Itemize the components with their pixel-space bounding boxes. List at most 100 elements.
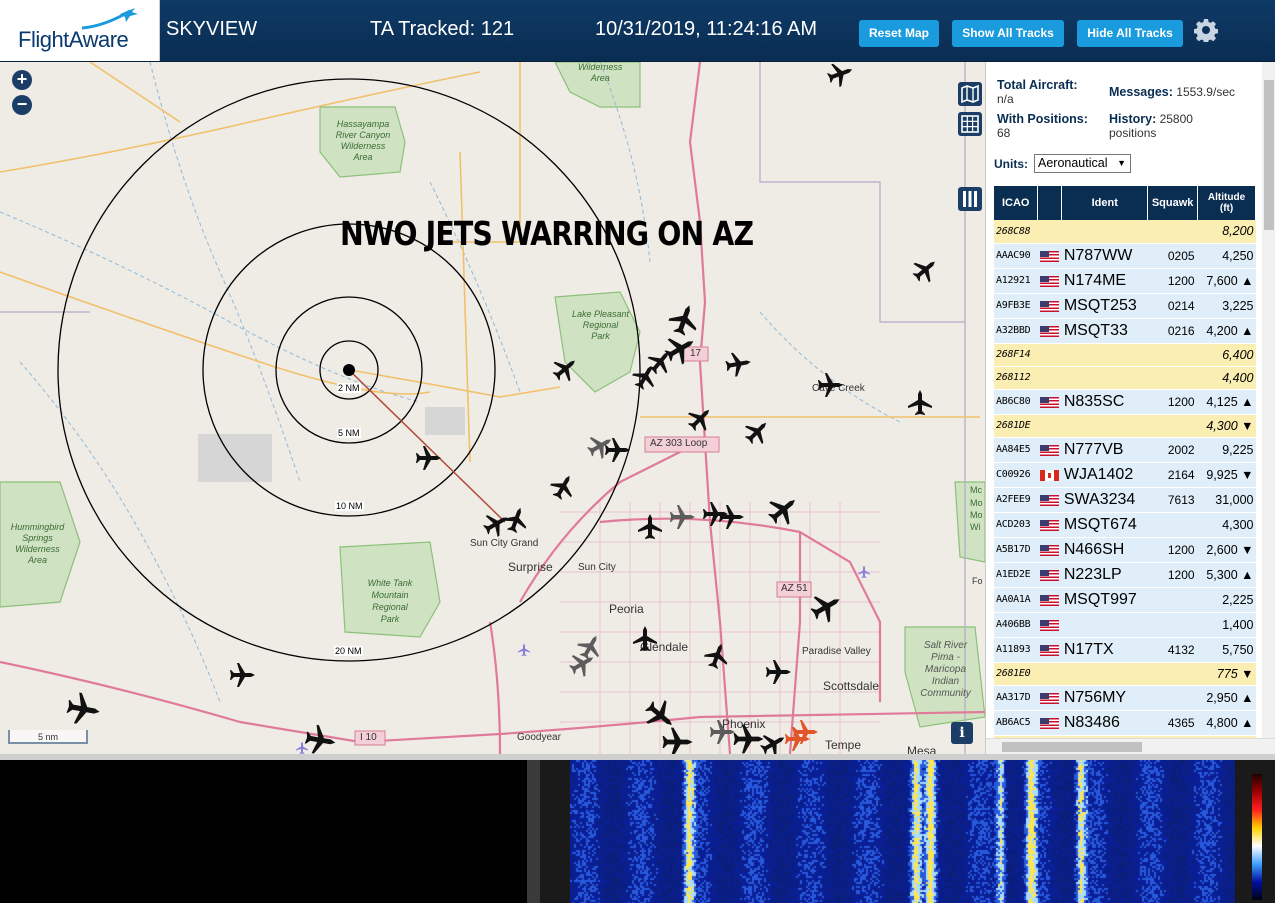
icao-cell: C00926 [994, 462, 1038, 488]
table-row[interactable]: A406BB 1,400 [994, 612, 1256, 638]
with-positions: With Positions: 68 [997, 112, 1088, 140]
altitude-cell: 2,225 [1197, 587, 1256, 613]
table-row[interactable]: AA317D N756MY 2,950 ▲ [994, 685, 1256, 711]
table-row[interactable]: 268C88 8,200 [994, 220, 1256, 244]
aircraft-icon[interactable] [64, 690, 103, 728]
squawk-cell: 4365 [1147, 710, 1198, 736]
table-row[interactable]: 268F14 6,400 [994, 343, 1256, 367]
aircraft-icon[interactable] [806, 586, 847, 627]
show-all-tracks-button[interactable]: Show All Tracks [952, 20, 1064, 47]
zoom-out-icon[interactable]: − [12, 95, 32, 115]
scrollbar-thumb[interactable] [1002, 742, 1142, 752]
hide-all-tracks-button[interactable]: Hide All Tracks [1077, 20, 1183, 47]
column-header-squawk[interactable]: Squawk [1147, 186, 1199, 220]
icao-cell: A32BBD [994, 318, 1038, 344]
aircraft-icon[interactable] [416, 446, 441, 470]
altitude-cell: 5,300 ▲ [1197, 562, 1256, 588]
squawk-cell [1147, 587, 1198, 613]
column-header-flag[interactable] [1037, 186, 1063, 220]
vertical-scrollbar[interactable] [1262, 62, 1275, 738]
aircraft-icon[interactable] [639, 694, 682, 737]
aircraft-icon[interactable] [766, 660, 791, 684]
aircraft-icon[interactable] [548, 351, 583, 386]
aircraft-icon[interactable] [724, 349, 753, 378]
aircraft-icon[interactable] [500, 503, 532, 536]
table-row[interactable]: 268112 4,400 [994, 366, 1256, 390]
flag-cell [1037, 437, 1062, 463]
aircraft-icon[interactable] [633, 626, 657, 651]
horizontal-scrollbar[interactable] [986, 738, 1275, 754]
spectrum-panel [540, 760, 1275, 903]
table-row[interactable]: A12921 N174ME 1200 7,600 ▲ [994, 268, 1256, 294]
aircraft-icon[interactable] [670, 505, 695, 529]
aircraft-icon[interactable] [818, 373, 843, 397]
scrollbar-thumb[interactable] [1264, 80, 1274, 230]
map-layers-icon[interactable] [958, 82, 982, 106]
zoom-in-icon[interactable]: + [12, 70, 32, 90]
aircraft-icon[interactable] [824, 62, 857, 90]
aircraft-icon[interactable] [583, 429, 618, 463]
squawk-cell [1147, 220, 1198, 244]
icao-cell: A1ED2E [994, 562, 1038, 588]
reset-map-button[interactable]: Reset Map [859, 20, 939, 47]
panel-splitter[interactable] [527, 760, 540, 903]
table-row[interactable]: C00926 WJA1402 2164 9,925 ▼ [994, 462, 1256, 488]
table-row[interactable]: A5B17D N466SH 1200 2,600 ▼ [994, 537, 1256, 563]
table-row[interactable]: A32BBD MSQT33 0216 4,200 ▲ [994, 318, 1256, 344]
table-row[interactable]: AAAC90 N787WW 0205 4,250 [994, 243, 1256, 269]
us-flag-icon [1039, 275, 1059, 287]
column-header-ident[interactable]: Ident [1061, 186, 1149, 220]
flightaware-logo[interactable]: FlightAware [0, 0, 160, 61]
table-row[interactable]: AA0A1A MSQT997 2,225 [994, 587, 1256, 613]
aircraft-icon[interactable] [546, 469, 580, 504]
aircraft-icon[interactable] [303, 723, 338, 754]
aircraft-icon[interactable] [703, 502, 728, 526]
altitude-cell: 9,925 ▼ [1197, 462, 1256, 488]
flag-cell [1037, 414, 1062, 438]
table-row[interactable]: AB6AC5 N83486 4365 4,800 ▲ [994, 710, 1256, 736]
us-flag-icon [1039, 325, 1059, 337]
aircraft-icon[interactable] [638, 514, 662, 539]
table-row[interactable]: AB6C80 N835SC 1200 4,125 ▲ [994, 389, 1256, 415]
aircraft-icon[interactable] [733, 724, 764, 754]
us-flag-icon [1039, 444, 1059, 456]
gear-icon[interactable] [1194, 18, 1218, 42]
table-row[interactable]: AA84E5 N777VB 2002 9,225 [994, 437, 1256, 463]
aircraft-table: ICAO Ident Squawk Altitude (ft) 268C88 8,… [994, 186, 1256, 754]
aircraft-icon[interactable] [683, 401, 718, 436]
table-row[interactable]: 2681E0 775 ▼ [994, 662, 1256, 686]
table-row[interactable]: A1ED2E N223LP 1200 5,300 ▲ [994, 562, 1256, 588]
table-row[interactable]: ACD203 MSQT674 4,300 [994, 512, 1256, 538]
aircraft-icon[interactable] [756, 727, 791, 754]
squawk-cell [1147, 685, 1198, 711]
aircraft-icon[interactable] [719, 505, 744, 529]
aircraft-icon[interactable] [710, 720, 735, 744]
table-row[interactable]: A9FB3E MSQT253 0214 3,225 [994, 293, 1256, 319]
aircraft-icon[interactable] [740, 414, 775, 449]
aircraft-icon[interactable] [479, 507, 514, 541]
map-view[interactable]: Wilderness Area Hassayampa River Canyon Wi… [0, 62, 985, 754]
units-select[interactable]: Aeronautical [1034, 154, 1131, 173]
column-header-altitude[interactable]: Altitude (ft) [1197, 186, 1256, 220]
icao-cell: A11893 [994, 637, 1038, 663]
flag-cell [1037, 662, 1062, 686]
aircraft-icon[interactable] [230, 663, 255, 687]
aircraft-icon[interactable] [660, 328, 701, 369]
table-row[interactable]: A11893 N17TX 4132 5,750 [994, 637, 1256, 663]
aircraft-icon[interactable] [701, 639, 733, 672]
table-row[interactable]: A2FEE9 SWA3234 7613 31,000 [994, 487, 1256, 513]
aircraft-icon[interactable] [908, 252, 943, 287]
flag-cell [1037, 343, 1062, 367]
info-icon[interactable]: i [951, 722, 973, 744]
squawk-cell [1147, 612, 1198, 638]
aircraft-icon[interactable] [762, 488, 805, 531]
table-row[interactable]: 2681DE 4,300 ▼ [994, 414, 1256, 438]
aircraft-icon[interactable] [662, 727, 693, 754]
aircraft-icon[interactable] [908, 390, 932, 415]
aircraft-icon[interactable] [665, 300, 703, 339]
grid-icon[interactable] [958, 112, 982, 136]
columns-icon[interactable] [958, 187, 982, 211]
icao-cell: 2681DE [994, 414, 1038, 438]
column-header-icao[interactable]: ICAO [994, 186, 1039, 220]
icao-cell: ACD203 [994, 512, 1038, 538]
